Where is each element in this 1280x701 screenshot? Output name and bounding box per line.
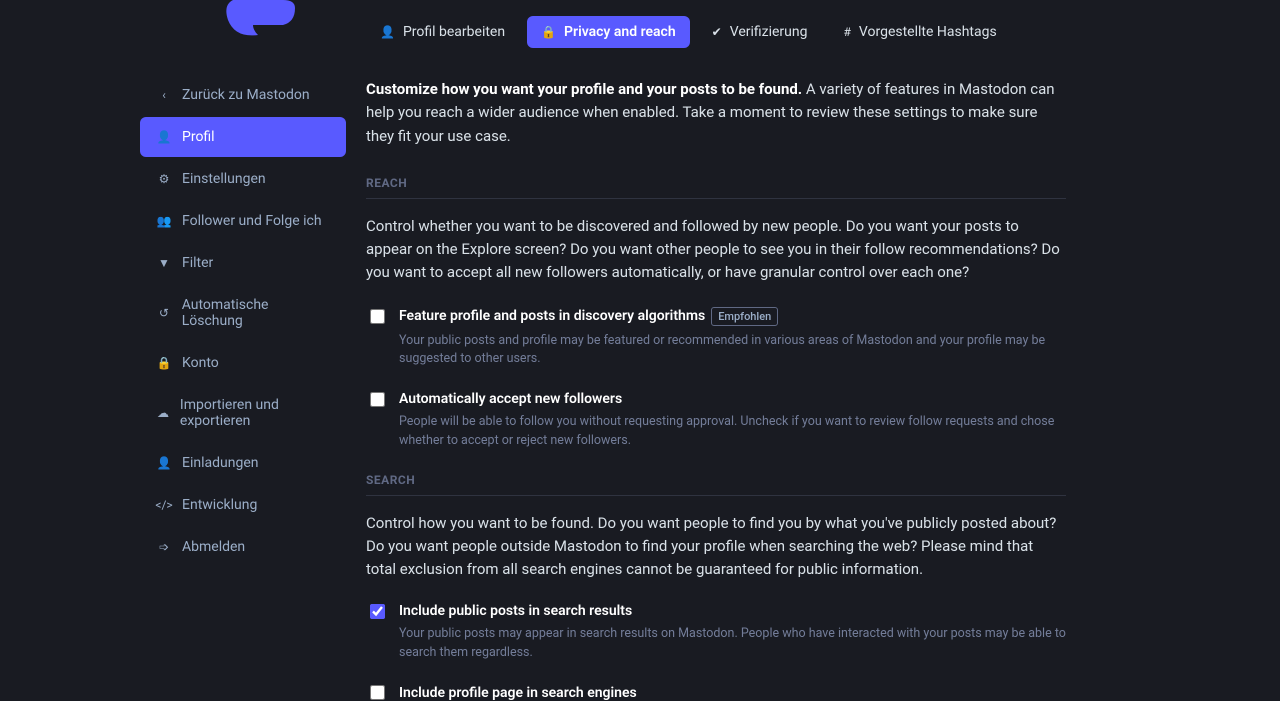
tab-label: Privacy and reach [564, 24, 676, 40]
tab-verification[interactable]: ✔ Verifizierung [698, 16, 822, 48]
sidebar-item-import[interactable]: ☁ Importieren und exportieren [140, 385, 346, 441]
sidebar-item-profil[interactable]: 👤 Profil [140, 117, 346, 157]
setting-auto-accept: Automatically accept new followers Peopl… [366, 391, 1066, 451]
lock-icon: 🔒 [541, 25, 556, 39]
setting-public-posts-search: Include public posts in search results Y… [366, 603, 1066, 663]
tab-featured-hashtags[interactable]: # Vorgestellte Hashtags [830, 16, 1011, 48]
reach-section-header: REACH [366, 176, 1066, 199]
sidebar-item-label: Einladungen [182, 455, 258, 471]
sidebar-back-label: Zurück zu Mastodon [182, 87, 310, 103]
sidebar-item-einladungen[interactable]: 👤 Einladungen [140, 443, 346, 483]
search-section-header: SEARCH [366, 473, 1066, 496]
tab-label: Vorgestellte Hashtags [859, 24, 997, 40]
main-content: 👤 Profil bearbeiten 🔒 Privacy and reach … [346, 0, 1086, 640]
sidebar-item-autodelete[interactable]: ↺ Automatische Löschung [140, 285, 346, 341]
sidebar-item-label: Importieren und exportieren [180, 397, 330, 429]
check-icon: ✔ [712, 25, 722, 39]
public-posts-search-hint: Your public posts may appear in search r… [399, 625, 1066, 663]
sidebar: ‹ Zurück zu Mastodon 👤 Profil ⚙ Einstell… [0, 0, 346, 640]
profile-search-engines-label: Include profile page in search engines [399, 685, 637, 701]
setting-profile-search-engines: Include profile page in search engines [366, 685, 1066, 701]
user-plus-icon: 👤 [156, 456, 172, 470]
sidebar-item-entwicklung[interactable]: </> Entwicklung [140, 485, 346, 525]
intro-text: Customize how you want your profile and … [366, 78, 1066, 148]
sidebar-item-label: Abmelden [182, 539, 245, 555]
sidebar-item-einstellungen[interactable]: ⚙ Einstellungen [140, 159, 346, 199]
sidebar-item-filter[interactable]: ▼ Filter [140, 243, 346, 283]
recommended-badge: Empfohlen [711, 307, 778, 326]
tab-privacy-reach[interactable]: 🔒 Privacy and reach [527, 16, 690, 48]
feature-discovery-checkbox[interactable] [370, 309, 385, 324]
sidebar-item-abmelden[interactable]: ➩ Abmelden [140, 527, 346, 567]
lock-icon: 🔒 [156, 356, 172, 370]
users-icon: 👥 [156, 214, 172, 228]
sidebar-item-label: Einstellungen [182, 171, 266, 187]
logout-icon: ➩ [156, 540, 172, 554]
sidebar-item-label: Filter [182, 255, 213, 271]
sidebar-item-label: Entwicklung [182, 497, 257, 513]
public-posts-search-checkbox[interactable] [370, 604, 385, 619]
user-icon: 👤 [156, 130, 172, 144]
reach-description: Control whether you want to be discovere… [366, 215, 1066, 285]
mastodon-logo [223, 0, 303, 40]
chevron-left-icon: ‹ [156, 88, 172, 102]
setting-feature-discovery: Feature profile and posts in discovery a… [366, 307, 1066, 370]
sidebar-item-label: Konto [182, 355, 219, 371]
tab-label: Profil bearbeiten [403, 24, 505, 40]
sidebar-item-label: Automatische Löschung [182, 297, 330, 329]
logo-area [140, 0, 346, 45]
auto-accept-checkbox[interactable] [370, 392, 385, 407]
feature-discovery-label: Feature profile and posts in discovery a… [399, 308, 705, 324]
auto-accept-label: Automatically accept new followers [399, 391, 622, 407]
cloud-icon: ☁ [156, 406, 170, 420]
sidebar-item-label: Profil [182, 129, 215, 145]
sidebar-back[interactable]: ‹ Zurück zu Mastodon [140, 75, 346, 115]
intro-bold: Customize how you want your profile and … [366, 80, 802, 98]
code-icon: </> [156, 498, 172, 512]
public-posts-search-label: Include public posts in search results [399, 603, 632, 619]
profile-tabs: 👤 Profil bearbeiten 🔒 Privacy and reach … [366, 16, 1066, 48]
sidebar-nav: ‹ Zurück zu Mastodon 👤 Profil ⚙ Einstell… [140, 75, 346, 567]
sidebar-item-follower[interactable]: 👥 Follower und Folge ich [140, 201, 346, 241]
tab-label: Verifizierung [730, 24, 808, 40]
auto-accept-hint: People will be able to follow you withou… [399, 413, 1066, 451]
filter-icon: ▼ [156, 256, 172, 270]
feature-discovery-hint: Your public posts and profile may be fea… [399, 332, 1066, 370]
user-icon: 👤 [380, 25, 395, 39]
profile-search-engines-checkbox[interactable] [370, 685, 385, 700]
search-description: Control how you want to be found. Do you… [366, 512, 1066, 582]
hashtag-icon: # [844, 25, 851, 39]
history-icon: ↺ [156, 306, 172, 320]
tab-edit-profile[interactable]: 👤 Profil bearbeiten [366, 16, 519, 48]
sidebar-item-label: Follower und Folge ich [182, 213, 322, 229]
gear-icon: ⚙ [156, 172, 172, 186]
sidebar-item-konto[interactable]: 🔒 Konto [140, 343, 346, 383]
